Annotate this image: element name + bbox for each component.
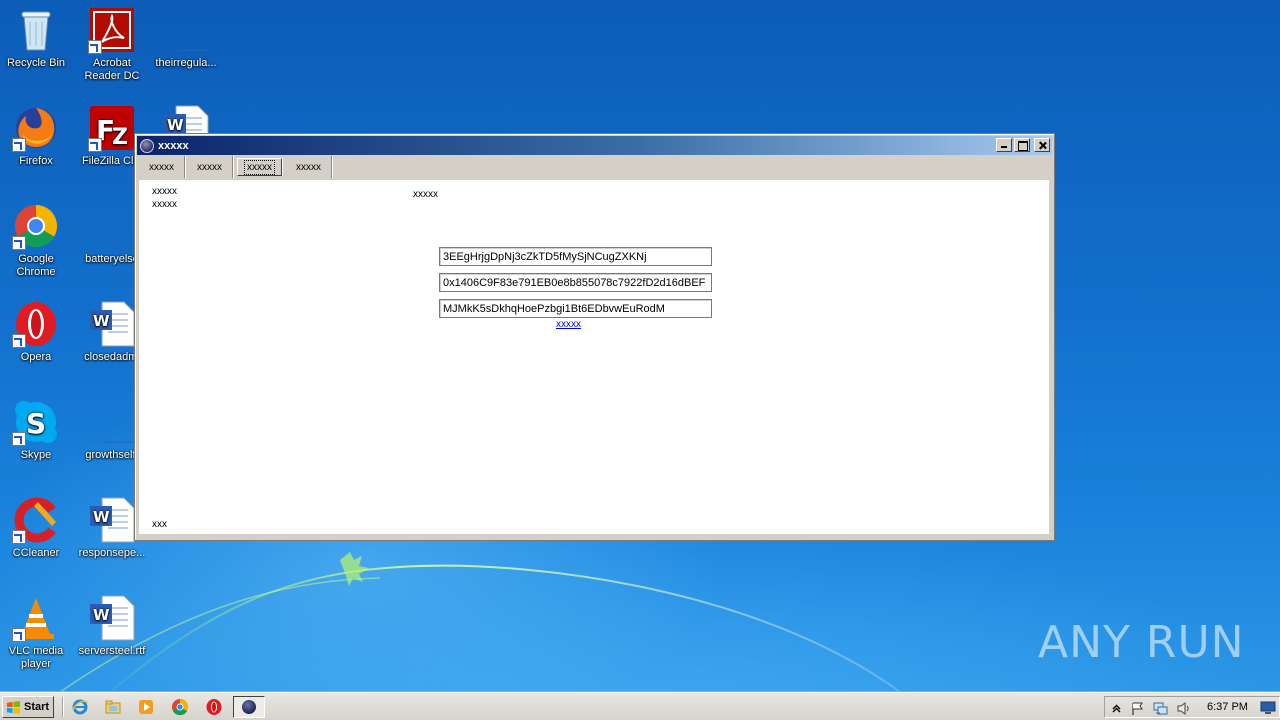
- tab-label: xxxxx: [149, 161, 174, 173]
- desktop-icon-label: Google Chrome: [16, 253, 56, 278]
- flag-icon[interactable]: [1130, 701, 1145, 716]
- tab-bar: xxxxx xxxxx xxxxx xxxxx: [137, 156, 1052, 178]
- opera-taskbar-icon[interactable]: [205, 698, 223, 716]
- tab-2[interactable]: xxxxx: [187, 156, 233, 178]
- filezilla-icon: FZ: [88, 104, 136, 152]
- chevron-up-icon[interactable]: [1109, 701, 1124, 716]
- vlc-icon: [12, 594, 60, 642]
- tab-content-panel: xxxxx xxxxx xxxxx xxxxx xxx: [139, 180, 1049, 534]
- chrome-icon: [12, 202, 60, 250]
- desktop-icon-label: Acrobat Reader DC: [84, 57, 140, 82]
- svg-text:W: W: [93, 606, 110, 624]
- word-document-icon: W: [88, 300, 136, 348]
- desktop-icon-label: Opera: [20, 351, 52, 363]
- svg-text:S: S: [26, 407, 46, 440]
- desktop-icon-word-doc[interactable]: W serversteel.rtf: [76, 594, 148, 658]
- network-icon[interactable]: [1153, 701, 1168, 716]
- desktop-icon-label: responsepe...: [78, 547, 146, 559]
- file-explorer-icon[interactable]: [104, 698, 122, 716]
- desktop-icon-file-1[interactable]: theirregula...: [150, 6, 222, 70]
- blank-document-icon: [88, 398, 136, 446]
- word-document-icon: W: [88, 594, 136, 642]
- desktop-icon-chrome[interactable]: Google Chrome: [0, 202, 72, 279]
- desktop-icon-ccleaner[interactable]: CCleaner: [0, 496, 72, 560]
- watermark-text: ANY RUN: [1038, 616, 1245, 668]
- media-player-icon[interactable]: [137, 698, 155, 716]
- desktop-icon-label: CCleaner: [12, 547, 60, 559]
- tab-4[interactable]: xxxxx: [286, 156, 332, 178]
- static-label-2: xxxxx: [152, 199, 177, 210]
- desktop-icon-recycle-bin[interactable]: Recycle Bin: [0, 6, 72, 70]
- tab-label: xxxxx: [296, 161, 321, 173]
- volume-icon[interactable]: [1176, 701, 1191, 716]
- app-icon: [242, 700, 256, 714]
- start-button[interactable]: Start: [2, 696, 54, 718]
- tab-1[interactable]: xxxxx: [139, 156, 185, 178]
- skype-icon: S: [12, 398, 60, 446]
- desktop-icon-firefox[interactable]: Firefox: [0, 104, 72, 168]
- word-document-icon: W: [88, 496, 136, 544]
- static-label-center: xxxxx: [413, 189, 438, 200]
- desktop-icon-label: Recycle Bin: [6, 57, 66, 69]
- address-field-1[interactable]: [439, 247, 712, 266]
- taskbar: Start 6:37 PM: [0, 692, 1280, 720]
- minimize-button[interactable]: [996, 138, 1012, 152]
- svg-text:W: W: [93, 312, 110, 330]
- desktop-icon-label: VLC media player: [8, 645, 64, 670]
- desktop-icon-opera[interactable]: Opera: [0, 300, 72, 364]
- desktop-icon-label: Skype: [20, 449, 52, 461]
- windows-logo-icon: [6, 700, 21, 714]
- svg-text:Z: Z: [112, 125, 128, 150]
- opera-icon: [12, 300, 60, 348]
- window-controls: [996, 138, 1050, 152]
- desktop-icon-label: serversteel.rtf: [78, 645, 146, 657]
- svg-text:W: W: [167, 116, 184, 134]
- taskbar-separator: [62, 697, 64, 717]
- taskbar-clock[interactable]: 6:37 PM: [1207, 701, 1248, 713]
- desktop-icon-vlc[interactable]: VLC media player: [0, 594, 72, 671]
- close-button[interactable]: [1034, 138, 1050, 152]
- app-window: xxxxx xxxxx xxxxx xxxxx xxxxx xxxxx xxxx…: [134, 133, 1055, 541]
- address-field-3[interactable]: [439, 299, 712, 318]
- ccleaner-icon: [12, 496, 60, 544]
- content-link[interactable]: xxxxx: [556, 319, 581, 330]
- chrome-taskbar-icon[interactable]: [171, 698, 189, 716]
- blank-document-icon: [88, 202, 136, 250]
- static-label-1: xxxxx: [152, 186, 177, 197]
- desktop-icon-skype[interactable]: S Skype: [0, 398, 72, 462]
- window-title: xxxxx: [158, 139, 189, 152]
- acrobat-icon: [88, 6, 136, 54]
- show-desktop-button[interactable]: [1260, 697, 1276, 717]
- desktop-icon-label: Firefox: [19, 155, 53, 167]
- tab-label: xxxxx: [197, 161, 222, 173]
- monitor-icon: [1260, 701, 1276, 714]
- desktop-icon-acrobat[interactable]: Acrobat Reader DC: [76, 6, 148, 83]
- start-label: Start: [24, 701, 50, 713]
- tab-label: xxxxx: [244, 159, 275, 175]
- tab-3[interactable]: xxxxx: [237, 158, 282, 176]
- recycle-bin-icon: [12, 6, 60, 54]
- svg-text:W: W: [93, 508, 110, 526]
- firefox-icon: [12, 104, 60, 152]
- anyrun-watermark: ANY RUN: [1038, 612, 1245, 672]
- window-titlebar[interactable]: xxxxx: [137, 136, 1052, 155]
- internet-explorer-icon[interactable]: [71, 698, 89, 716]
- app-icon: [140, 138, 154, 153]
- address-field-2[interactable]: [439, 273, 712, 292]
- desktop-icon-label: theirregula...: [155, 57, 217, 69]
- footer-label: xxx: [152, 519, 167, 530]
- maximize-button[interactable]: [1014, 138, 1030, 152]
- blank-document-icon: [162, 6, 210, 54]
- taskbar-app-button[interactable]: [233, 696, 265, 718]
